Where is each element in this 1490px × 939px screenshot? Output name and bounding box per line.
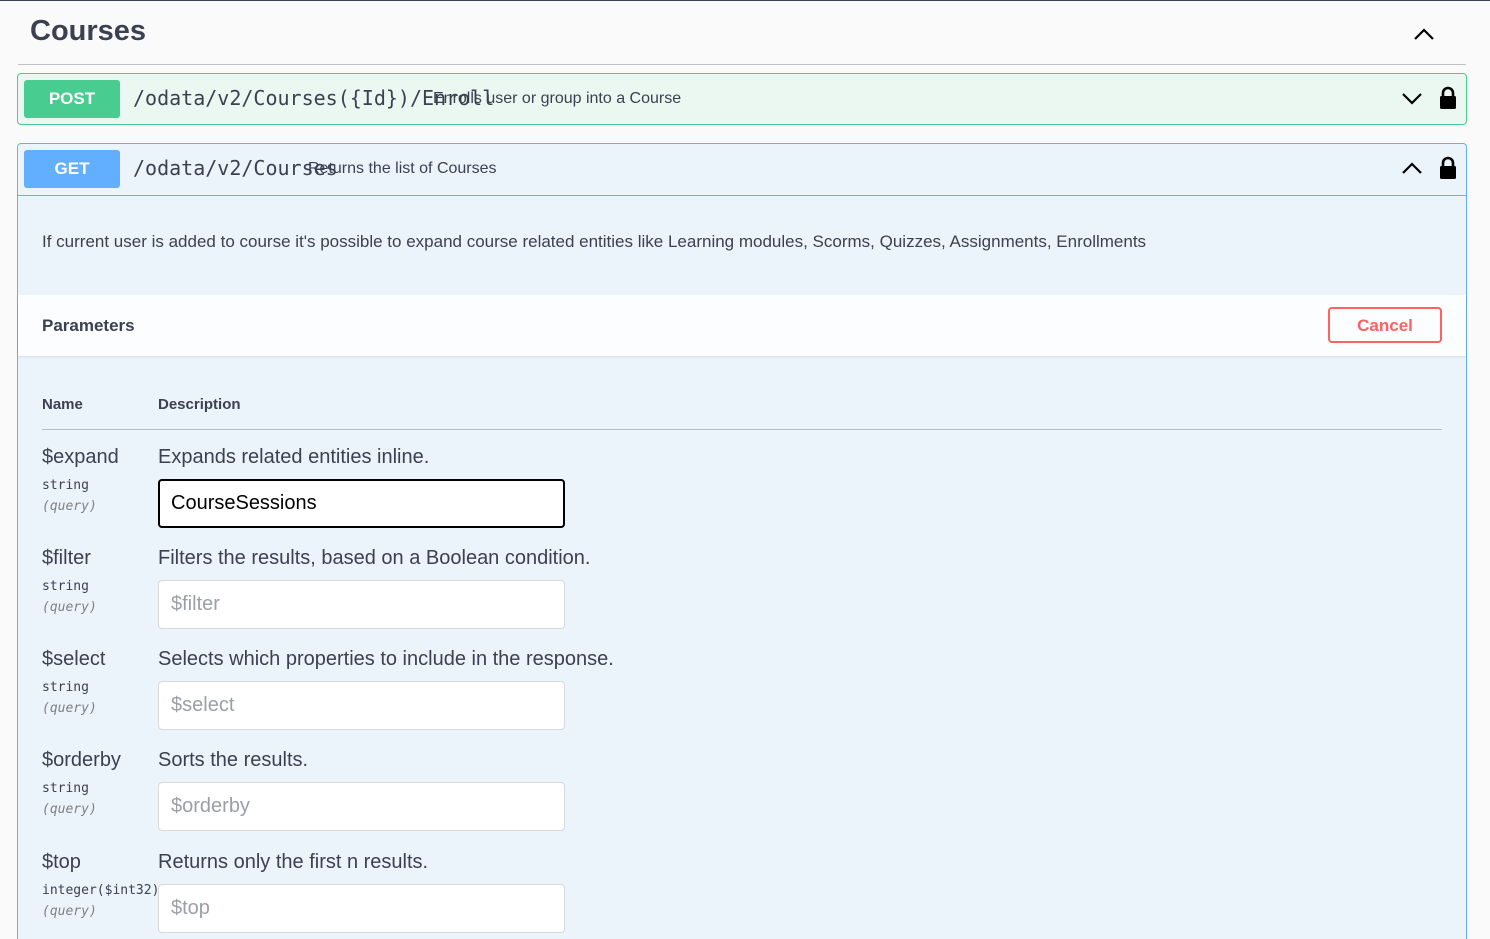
- section-header-courses[interactable]: Courses: [18, 1, 1466, 65]
- lock-icon[interactable]: [1438, 86, 1458, 110]
- chevron-down-icon[interactable]: [1401, 90, 1423, 106]
- cancel-button[interactable]: Cancel: [1328, 307, 1442, 343]
- section-title: Courses: [30, 15, 147, 47]
- parameter-type: string: [42, 781, 89, 796]
- parameter-location: (query): [42, 499, 97, 514]
- operation-post-enroll: POST /odata/v2/Courses({Id})/Enroll Enro…: [17, 73, 1467, 125]
- parameter-type: string: [42, 680, 89, 695]
- parameters-header: Parameters Cancel: [18, 295, 1466, 356]
- select-input[interactable]: [158, 681, 565, 730]
- parameter-row-filter: $filter string (query) Filters the resul…: [42, 547, 1442, 647]
- parameter-row-orderby: $orderby string (query) Sorts the result…: [42, 749, 1442, 849]
- orderby-input[interactable]: [158, 782, 565, 831]
- parameter-name: $expand: [42, 446, 119, 468]
- method-badge-get: GET: [24, 150, 120, 188]
- parameter-row-expand: $expand string (query) Expands related e…: [42, 446, 1442, 546]
- parameter-name: $top: [42, 851, 81, 873]
- operation-summary-text: Returns the list of Courses: [308, 160, 497, 177]
- operation-get-courses: GET /odata/v2/Courses Returns the list o…: [17, 143, 1467, 939]
- top-input[interactable]: [158, 884, 565, 933]
- parameter-description: Expands related entities inline.: [158, 446, 430, 468]
- parameter-name: $filter: [42, 547, 91, 569]
- parameter-description: Selects which properties to include in t…: [158, 648, 614, 670]
- operation-summary-post[interactable]: POST /odata/v2/Courses({Id})/Enroll Enro…: [18, 74, 1466, 124]
- parameter-description: Filters the results, based on a Boolean …: [158, 547, 591, 569]
- lock-icon[interactable]: [1438, 156, 1458, 180]
- parameter-name: $orderby: [42, 749, 121, 771]
- header-divider: [42, 429, 1442, 430]
- parameter-name: $select: [42, 648, 106, 670]
- operation-summary-get[interactable]: GET /odata/v2/Courses Returns the list o…: [18, 144, 1466, 196]
- parameter-location: (query): [42, 802, 97, 817]
- parameter-row-top: $top integer($int32) (query) Returns onl…: [42, 851, 1442, 939]
- expand-input[interactable]: [158, 479, 565, 528]
- parameter-type: string: [42, 579, 89, 594]
- parameter-location: (query): [42, 701, 97, 716]
- column-header-name: Name: [42, 396, 83, 413]
- column-header-description: Description: [158, 396, 241, 413]
- filter-input[interactable]: [158, 580, 565, 629]
- swagger-page: Courses POST /odata/v2/Courses({Id})/Enr…: [0, 0, 1490, 939]
- operation-description: If current user is added to course it's …: [42, 232, 1147, 251]
- operation-summary-text: Enrolls user or group into a Course: [433, 90, 682, 107]
- parameter-description: Sorts the results.: [158, 749, 309, 771]
- parameter-description: Returns only the first n results.: [158, 851, 429, 873]
- parameter-type: string: [42, 478, 89, 493]
- method-badge-post: POST: [24, 80, 120, 118]
- parameter-location: (query): [42, 600, 97, 615]
- chevron-up-icon[interactable]: [1412, 25, 1436, 43]
- parameter-row-select: $select string (query) Selects which pro…: [42, 648, 1442, 748]
- chevron-up-icon[interactable]: [1401, 160, 1423, 176]
- operation-path: /odata/v2/Courses: [133, 156, 338, 180]
- parameter-type: integer($int32): [42, 883, 160, 898]
- parameter-location: (query): [42, 904, 97, 919]
- parameters-title: Parameters: [42, 316, 135, 335]
